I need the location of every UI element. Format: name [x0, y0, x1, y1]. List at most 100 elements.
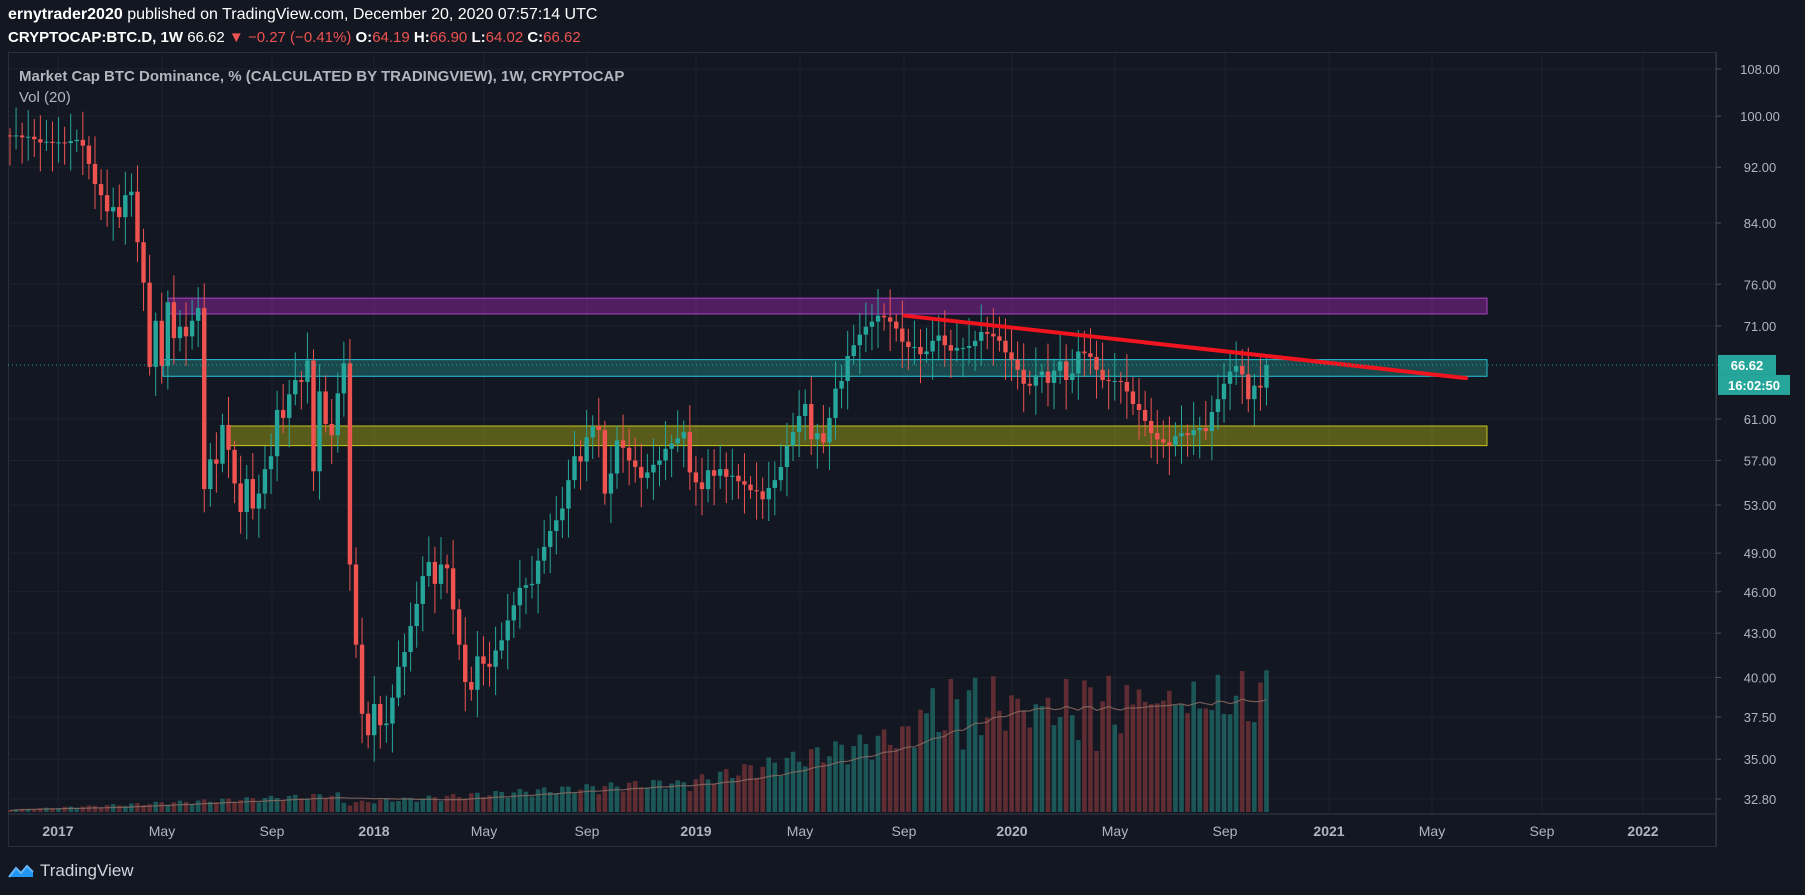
candle-body	[633, 460, 638, 467]
candle-body	[1252, 385, 1257, 400]
volume-bar	[426, 795, 432, 812]
volume-bar	[220, 798, 225, 812]
candle-body	[335, 393, 340, 436]
footer-brand[interactable]: TradingView	[8, 861, 134, 881]
candle-body	[305, 360, 310, 382]
volume-bar	[1015, 698, 1020, 812]
price-tick-label: 46.00	[1744, 585, 1777, 600]
candle-body	[845, 356, 850, 381]
candle-body	[135, 191, 140, 243]
volume-bar	[1057, 717, 1063, 812]
volume-bar	[1039, 705, 1045, 812]
candle-body	[687, 432, 693, 473]
volume-bar	[572, 792, 577, 812]
candle-body	[1082, 351, 1087, 354]
candle-body	[493, 650, 498, 667]
candle-body	[1185, 433, 1190, 436]
candle-body	[256, 493, 262, 509]
volume-bar	[1221, 713, 1227, 812]
candle-body	[979, 332, 984, 341]
candle-body	[1221, 383, 1227, 400]
candle-body	[548, 531, 553, 547]
volume-bar	[1239, 670, 1245, 812]
candle-body	[1088, 353, 1093, 357]
candle-body	[1246, 374, 1251, 400]
volume-bar	[365, 802, 371, 812]
volume-bar	[912, 747, 917, 812]
candle-body	[802, 404, 808, 416]
volume-bar	[1154, 703, 1160, 812]
candle-body	[1197, 428, 1202, 431]
volume-bar	[280, 800, 286, 812]
candle-body	[681, 432, 686, 439]
volume-bar	[930, 688, 935, 812]
volume-bar	[92, 805, 98, 812]
candle-body	[293, 380, 298, 395]
candle-body	[1070, 373, 1075, 381]
candle-body	[869, 321, 875, 327]
volume-bar	[444, 795, 450, 812]
volume-bar	[438, 801, 444, 812]
candle-body	[748, 484, 753, 491]
zone-cyan	[162, 359, 1488, 377]
time-tick-label: May	[787, 823, 813, 839]
candle-body	[159, 320, 164, 367]
volume-bar	[450, 793, 456, 812]
volume-bar	[1264, 670, 1269, 812]
volume-bar	[924, 713, 929, 812]
volume-bar	[371, 803, 377, 812]
candle-body	[863, 326, 869, 335]
volume-bar	[778, 775, 784, 812]
volume-bar	[851, 745, 857, 812]
candle-body	[80, 139, 86, 146]
candle-body	[517, 587, 523, 606]
candle-body	[220, 424, 225, 464]
volume-bar	[414, 801, 419, 812]
volume-bar	[462, 798, 468, 812]
volume-bar	[881, 729, 887, 812]
last-price-badge-text: 66.62	[1731, 358, 1764, 373]
volume-bar	[936, 731, 942, 812]
candle-body	[894, 321, 899, 329]
candle-body	[705, 470, 711, 490]
volume-bar	[1033, 704, 1039, 812]
volume-bar	[1148, 704, 1154, 812]
candle-body	[1148, 420, 1154, 434]
volume-bar	[286, 795, 292, 812]
candle-body	[960, 347, 966, 349]
candle-body	[68, 141, 73, 144]
volume-bar	[1124, 685, 1130, 812]
volume-bar	[165, 805, 171, 812]
volume-bar	[1142, 701, 1148, 812]
candle-body	[1173, 436, 1178, 446]
volume-bar	[396, 801, 401, 812]
candle-body	[663, 448, 668, 461]
volume-bar	[201, 799, 207, 812]
volume-bar	[948, 678, 954, 812]
volume-bar	[808, 749, 814, 812]
candle-body	[329, 423, 334, 436]
candle-body	[141, 242, 146, 283]
volume-bar	[104, 805, 110, 812]
candle-body	[760, 491, 765, 500]
volume-bar	[1173, 705, 1178, 812]
volume-bar	[869, 759, 875, 812]
volume-bar	[1076, 739, 1081, 812]
candle-body	[311, 360, 316, 472]
candle-body	[972, 340, 978, 347]
candlestick-chart[interactable]: 108.00 100.00 92.00 84.00 76.00 71.00 66.62 61.…	[0, 0, 1805, 895]
price-tick-label: 37.50	[1744, 710, 1777, 725]
candle-body	[26, 136, 31, 138]
candle-body	[390, 697, 395, 724]
candle-body	[1033, 375, 1039, 386]
volume-bar	[681, 782, 687, 812]
candle-body	[317, 391, 322, 472]
volume-bar	[730, 777, 735, 812]
candle-body	[1142, 409, 1148, 421]
candle-body	[372, 704, 377, 736]
candle-body	[1167, 442, 1172, 446]
candle-body	[469, 682, 474, 690]
candle-body	[541, 546, 547, 561]
price-tick-label: 92.00	[1744, 160, 1777, 175]
candle-body	[1264, 365, 1269, 388]
